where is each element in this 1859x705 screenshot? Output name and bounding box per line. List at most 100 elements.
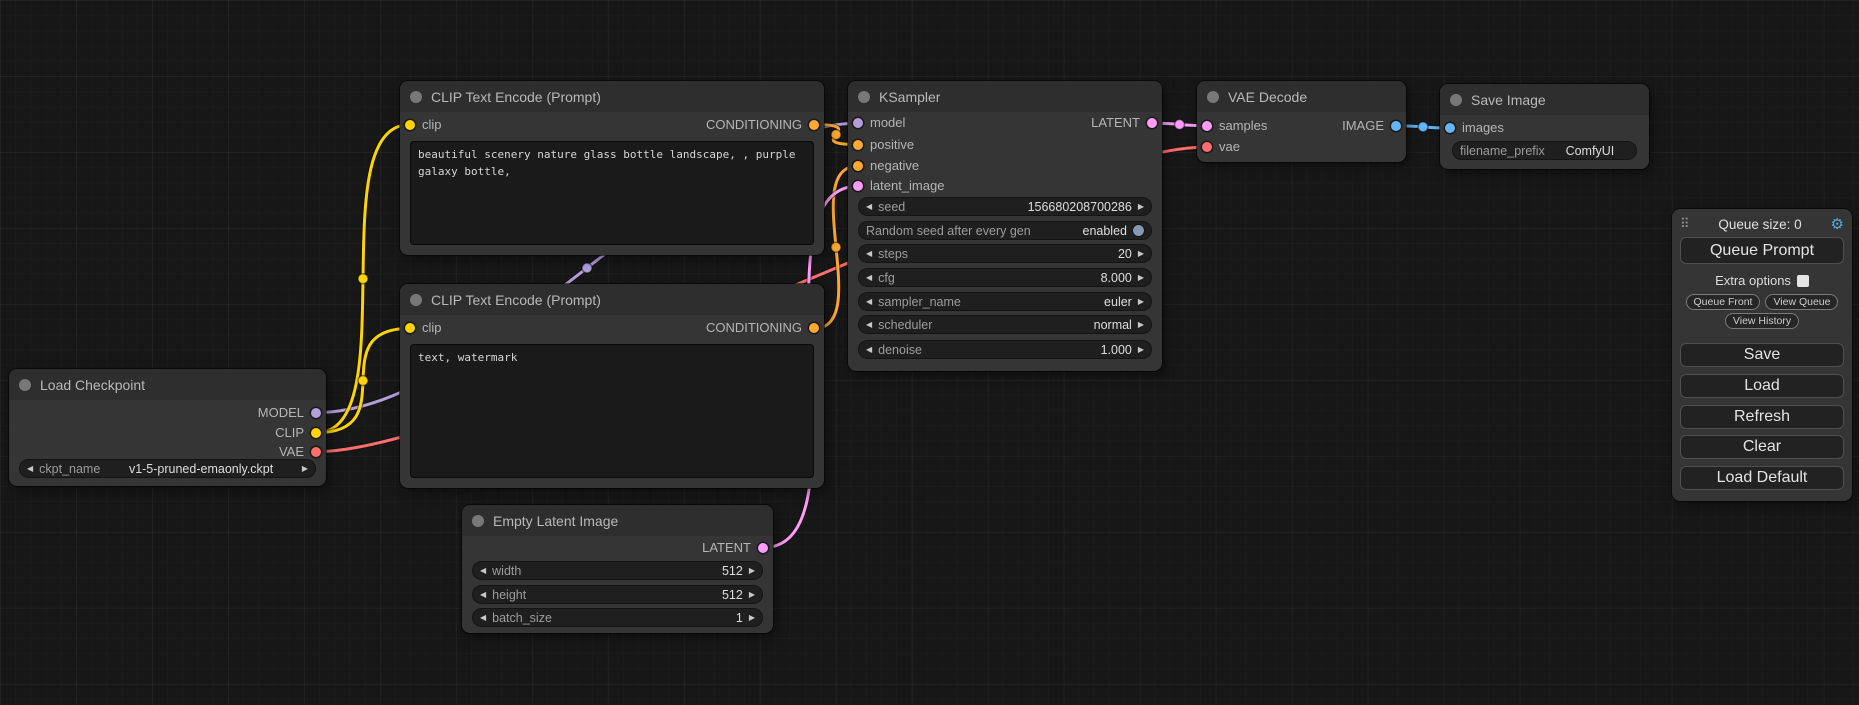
node-header[interactable]: CLIP Text Encode (Prompt) — [400, 284, 824, 315]
vae-output-dot[interactable] — [311, 447, 321, 457]
collapse-dot-icon[interactable] — [410, 294, 422, 306]
link-midpoint-dot — [1175, 120, 1185, 130]
model-output-dot[interactable] — [311, 408, 321, 418]
clip-input-dot[interactable] — [405, 323, 415, 333]
vae-input-dot[interactable] — [1202, 142, 1212, 152]
node-title: VAE Decode — [1228, 89, 1307, 105]
collapse-dot-icon[interactable] — [1207, 91, 1219, 103]
width-widget[interactable]: ◀ width 512 ▶ — [472, 561, 763, 580]
latent-output-dot[interactable] — [1147, 118, 1157, 128]
node-clip-text-encode-negative[interactable]: CLIP Text Encode (Prompt) clip CONDITION… — [400, 284, 824, 488]
slot-row: samples IMAGE — [1197, 116, 1406, 136]
node-ksampler[interactable]: KSampler model LATENT positive negative … — [848, 81, 1162, 371]
drag-handle-icon[interactable]: ⠿ — [1680, 216, 1690, 232]
cfg-widget[interactable]: ◀ cfg 8.000 ▶ — [858, 268, 1152, 287]
image-output-dot[interactable] — [1391, 121, 1401, 131]
view-history-button[interactable]: View History — [1725, 313, 1799, 329]
node-graph-canvas[interactable]: Load Checkpoint MODEL CLIP VAE ◀ ckpt_na… — [0, 0, 1859, 705]
node-title: Save Image — [1471, 92, 1546, 108]
latent-image-input-dot[interactable] — [853, 181, 863, 191]
refresh-button[interactable]: Refresh — [1680, 405, 1844, 429]
node-header[interactable]: Empty Latent Image — [462, 505, 773, 536]
node-empty-latent-image[interactable]: Empty Latent Image LATENT ◀ width 512 ▶ … — [462, 505, 773, 633]
node-load-checkpoint[interactable]: Load Checkpoint MODEL CLIP VAE ◀ ckpt_na… — [9, 369, 326, 486]
decrement-arrow-icon[interactable]: ◀ — [480, 614, 486, 622]
decrement-arrow-icon[interactable]: ◀ — [866, 321, 872, 329]
increment-arrow-icon[interactable]: ▶ — [749, 591, 755, 599]
node-title: CLIP Text Encode (Prompt) — [431, 89, 601, 105]
random-seed-toggle-widget[interactable]: Random seed after every gen enabled — [858, 221, 1152, 240]
increment-arrow-icon[interactable]: ▶ — [1138, 250, 1144, 258]
samples-input-dot[interactable] — [1202, 121, 1212, 131]
settings-gear-icon[interactable]: ⚙ — [1831, 217, 1844, 232]
save-button[interactable]: Save — [1680, 343, 1844, 367]
increment-arrow-icon[interactable]: ▶ — [1138, 203, 1144, 211]
decrement-arrow-icon[interactable]: ◀ — [866, 203, 872, 211]
clear-button[interactable]: Clear — [1680, 435, 1844, 459]
input-slot-negative: negative — [848, 156, 1162, 176]
node-title: Empty Latent Image — [493, 513, 618, 529]
filename-prefix-widget[interactable]: filename_prefix ComfyUI — [1452, 141, 1637, 160]
increment-arrow-icon[interactable]: ▶ — [1138, 321, 1144, 329]
batch-size-widget[interactable]: ◀ batch_size 1 ▶ — [472, 608, 763, 627]
node-header[interactable]: Load Checkpoint — [9, 369, 326, 400]
load-default-button[interactable]: Load Default — [1680, 466, 1844, 490]
latent-output-dot[interactable] — [758, 543, 768, 553]
collapse-dot-icon[interactable] — [1450, 94, 1462, 106]
increment-arrow-icon[interactable]: ▶ — [749, 614, 755, 622]
link-midpoint-dot — [1418, 122, 1428, 132]
extra-options-checkbox[interactable] — [1797, 275, 1809, 287]
height-widget[interactable]: ◀ height 512 ▶ — [472, 585, 763, 604]
decrement-arrow-icon[interactable]: ◀ — [866, 298, 872, 306]
decrement-arrow-icon[interactable]: ◀ — [480, 567, 486, 575]
sampler-name-widget[interactable]: ◀ sampler_name euler ▶ — [858, 292, 1152, 311]
collapse-dot-icon[interactable] — [410, 91, 422, 103]
steps-widget[interactable]: ◀ steps 20 ▶ — [858, 244, 1152, 263]
increment-arrow-icon[interactable]: ▶ — [1138, 274, 1144, 282]
conditioning-output-dot[interactable] — [809, 323, 819, 333]
clip-output-dot[interactable] — [311, 428, 321, 438]
denoise-widget[interactable]: ◀ denoise 1.000 ▶ — [858, 340, 1152, 359]
increment-arrow-icon[interactable]: ▶ — [749, 567, 755, 575]
decrement-arrow-icon[interactable]: ◀ — [480, 591, 486, 599]
node-vae-decode[interactable]: VAE Decode samples IMAGE vae — [1197, 81, 1406, 162]
output-slot-clip: CLIP — [9, 423, 326, 443]
node-title: CLIP Text Encode (Prompt) — [431, 292, 601, 308]
scheduler-widget[interactable]: ◀ scheduler normal ▶ — [858, 315, 1152, 334]
conditioning-output-dot[interactable] — [809, 120, 819, 130]
decrement-arrow-icon[interactable]: ◀ — [866, 250, 872, 258]
increment-arrow-icon[interactable]: ▶ — [302, 465, 308, 473]
node-header[interactable]: Save Image — [1440, 84, 1649, 115]
toggle-knob-icon[interactable] — [1133, 225, 1144, 236]
decrement-arrow-icon[interactable]: ◀ — [866, 346, 872, 354]
images-input-dot[interactable] — [1445, 123, 1455, 133]
node-clip-text-encode-positive[interactable]: CLIP Text Encode (Prompt) clip CONDITION… — [400, 81, 824, 255]
clip-input-dot[interactable] — [405, 120, 415, 130]
increment-arrow-icon[interactable]: ▶ — [1138, 298, 1144, 306]
positive-input-dot[interactable] — [853, 140, 863, 150]
input-slot-images: images — [1440, 118, 1649, 138]
model-input-dot[interactable] — [853, 118, 863, 128]
collapse-dot-icon[interactable] — [858, 91, 870, 103]
node-header[interactable]: CLIP Text Encode (Prompt) — [400, 81, 824, 112]
queue-prompt-button[interactable]: Queue Prompt — [1680, 237, 1844, 264]
load-button[interactable]: Load — [1680, 374, 1844, 398]
node-header[interactable]: KSampler — [848, 81, 1162, 112]
queue-front-button[interactable]: Queue Front — [1686, 294, 1761, 310]
decrement-arrow-icon[interactable]: ◀ — [27, 465, 33, 473]
collapse-dot-icon[interactable] — [472, 515, 484, 527]
ckpt-name-widget[interactable]: ◀ ckpt_name v1-5-pruned-emaonly.ckpt ▶ — [19, 459, 316, 478]
input-slot-latent-image: latent_image — [848, 176, 1162, 196]
node-header[interactable]: VAE Decode — [1197, 81, 1406, 112]
seed-widget[interactable]: ◀ seed 156680208700286 ▶ — [858, 197, 1152, 216]
increment-arrow-icon[interactable]: ▶ — [1138, 346, 1144, 354]
link-midpoint-dot — [358, 274, 368, 284]
decrement-arrow-icon[interactable]: ◀ — [866, 274, 872, 282]
collapse-dot-icon[interactable] — [19, 379, 31, 391]
prompt-textarea[interactable]: beautiful scenery nature glass bottle la… — [410, 141, 814, 245]
negative-input-dot[interactable] — [853, 161, 863, 171]
slot-row: clip CONDITIONING — [400, 318, 824, 338]
node-save-image[interactable]: Save Image images filename_prefix ComfyU… — [1440, 84, 1649, 169]
prompt-textarea[interactable]: text, watermark — [410, 344, 814, 478]
view-queue-button[interactable]: View Queue — [1765, 294, 1838, 310]
